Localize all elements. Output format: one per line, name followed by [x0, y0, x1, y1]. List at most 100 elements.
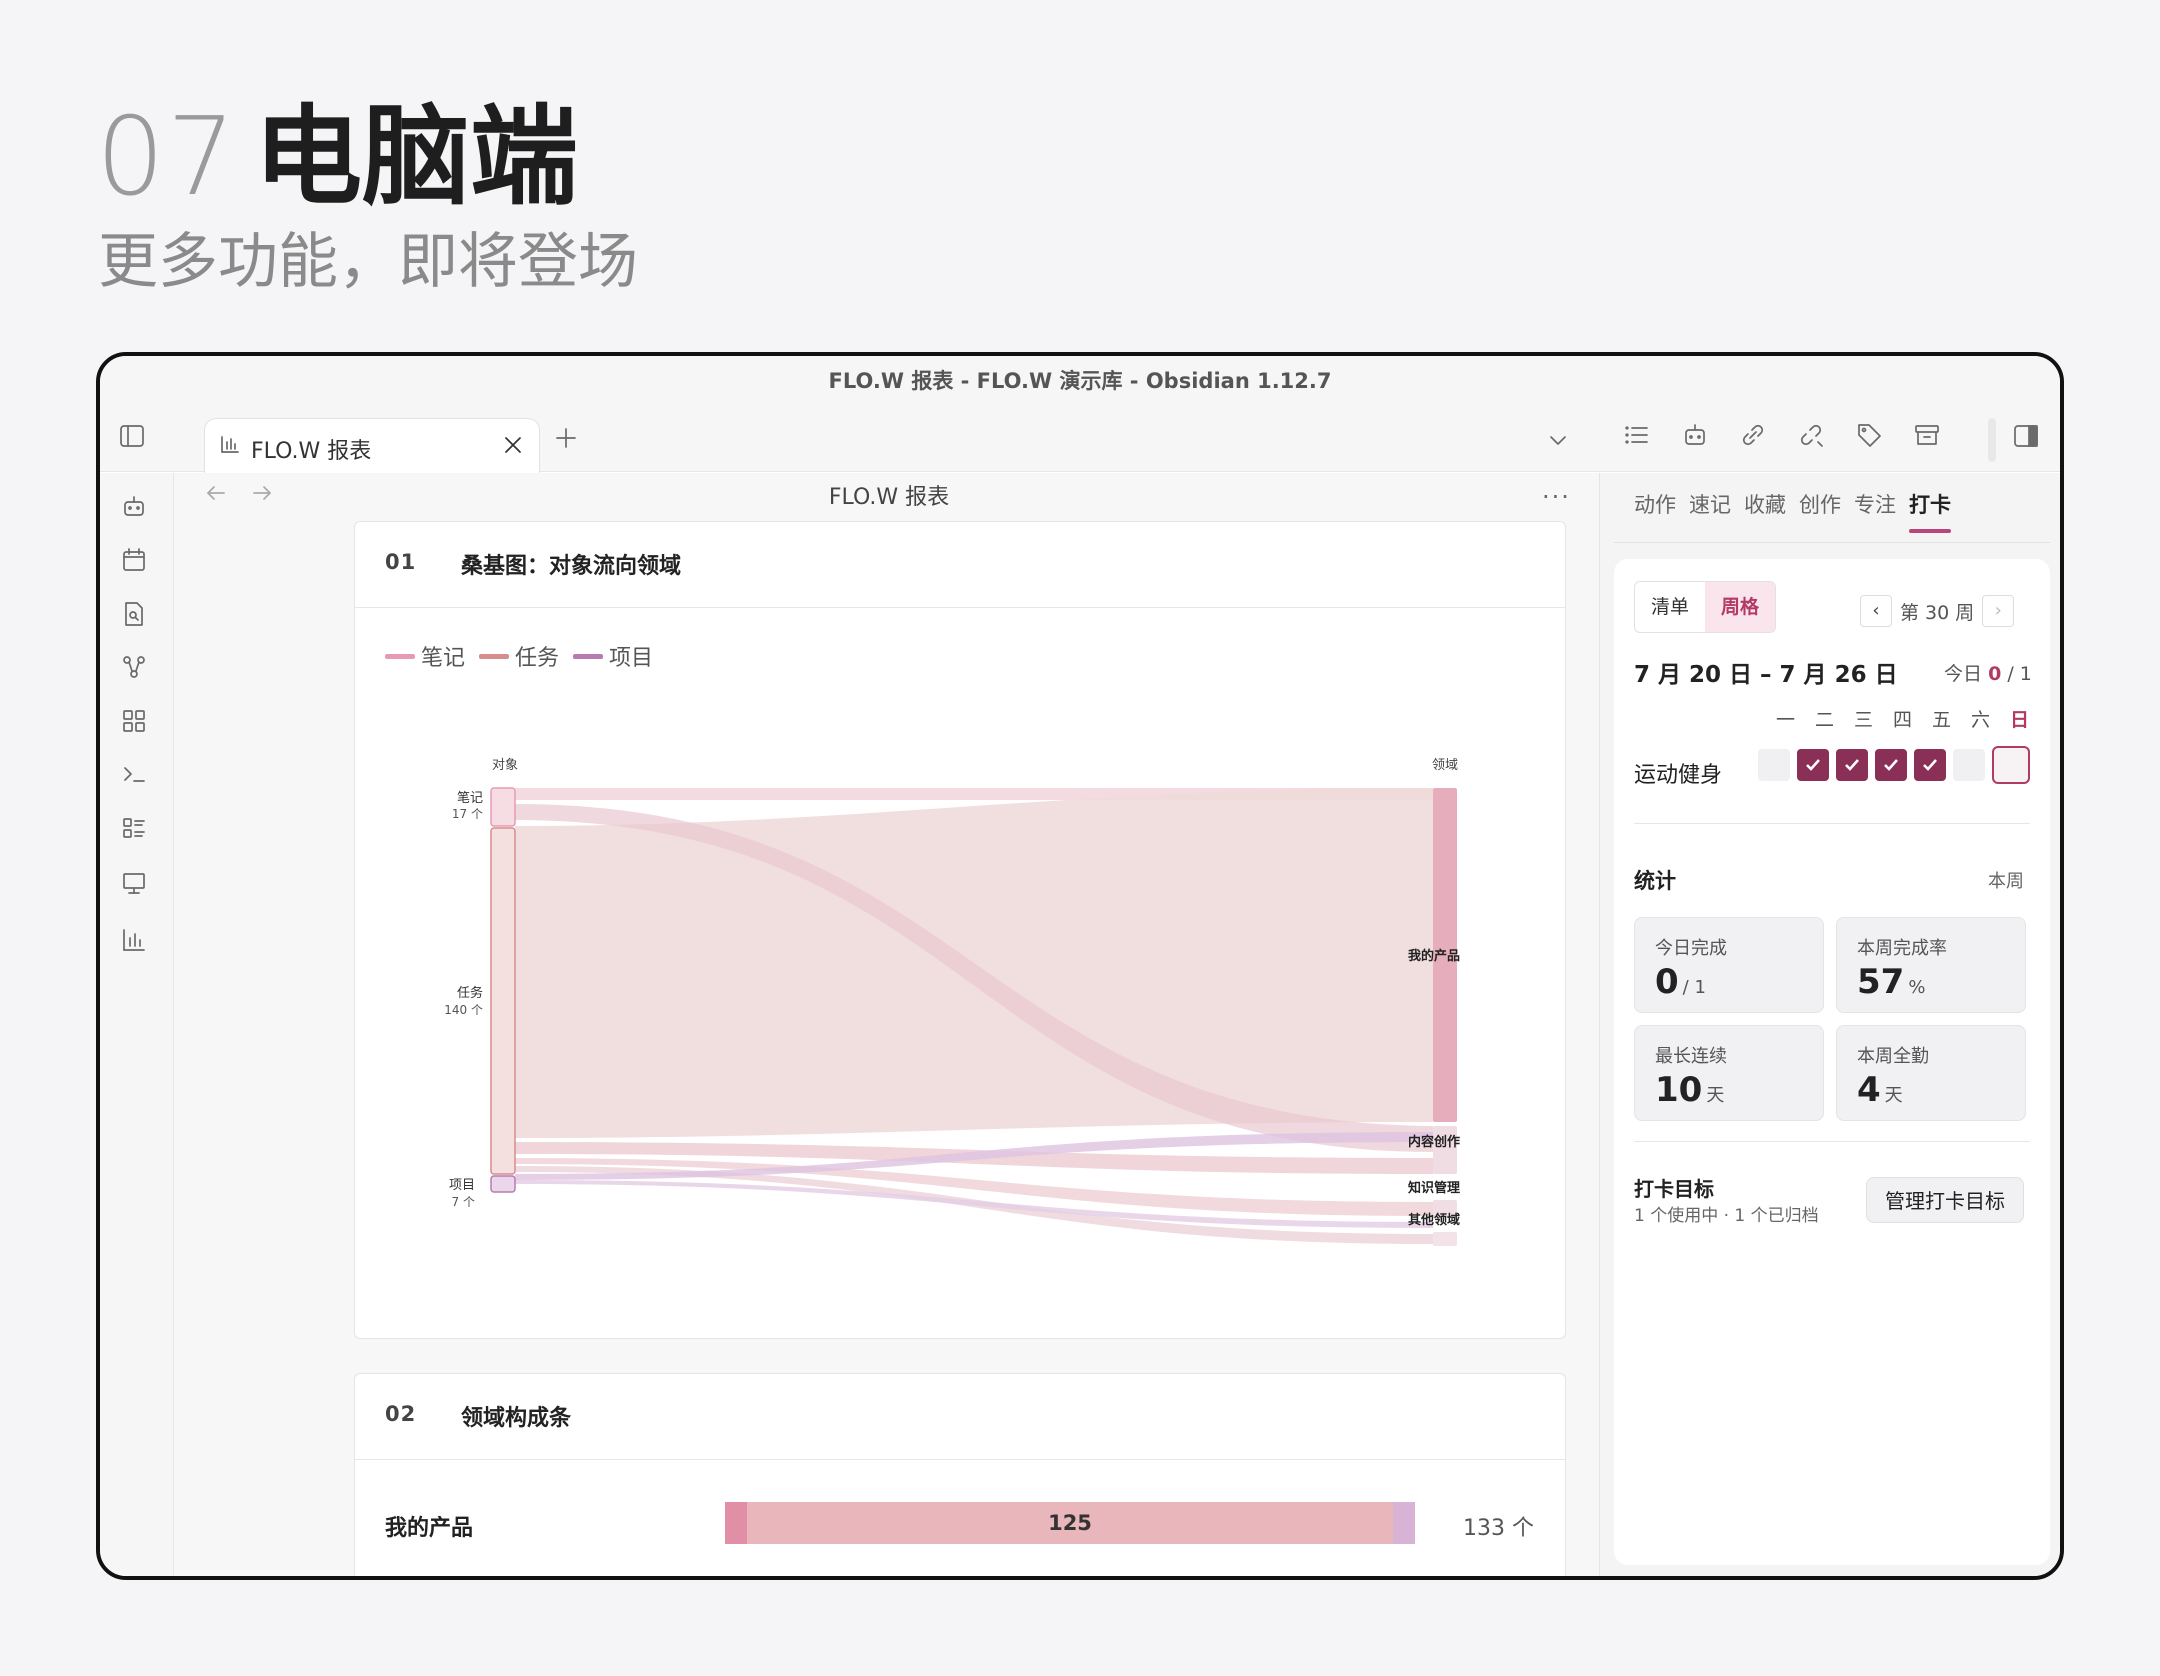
tab-actions[interactable]: 动作 [1634, 489, 1676, 519]
link-icon[interactable] [1738, 420, 1768, 450]
left-sidebar-toggle-icon[interactable] [118, 422, 146, 450]
habit-day-cell[interactable] [1836, 749, 1868, 781]
stat-value: 4天 [1857, 1070, 1903, 1110]
robot-icon[interactable] [120, 493, 148, 521]
sankey-left-label: 任务 [457, 985, 483, 1001]
stat-label: 本周完成率 [1857, 938, 1947, 959]
domain-bar[interactable]: 125 [725, 1502, 1415, 1544]
tab-flow-report[interactable]: FLO.W 报表 [204, 418, 540, 474]
tab-checkin[interactable]: 打卡 [1909, 489, 1951, 533]
checkin-card: 清单 周格 ‹ 第 30 周 › 7 月 20 日 – 7 月 26 日 今日 … [1614, 559, 2050, 1565]
divider [1614, 542, 2050, 543]
habit-day-cell[interactable] [1992, 746, 2030, 784]
view-list-button[interactable]: 清单 [1635, 582, 1705, 632]
weekday: 六 [1970, 709, 1990, 731]
right-sidebar-toggle-icon[interactable] [2012, 422, 2040, 450]
stats-range: 本周 [1988, 871, 2024, 892]
sankey-card: 01 桑基图：对象流向领域 笔记 任务 项目 对象 领域 笔记 17 个 任务 … [354, 521, 1566, 1339]
divider [1634, 823, 2030, 824]
chart-icon [219, 433, 241, 455]
habit-day-cell[interactable] [1953, 749, 1985, 781]
sankey-node-tasks[interactable] [490, 827, 516, 1175]
domain-bar-segment[interactable] [725, 1502, 747, 1544]
sankey-right-header: 领域 [1432, 758, 1458, 773]
calendar-icon[interactable] [120, 546, 148, 574]
stat-value: 0/ 1 [1655, 962, 1706, 1002]
sankey-node-other[interactable] [1433, 1232, 1457, 1246]
file-search-icon[interactable] [120, 600, 148, 628]
today-progress: 今日 0 / 1 [1944, 659, 2032, 686]
tab-create[interactable]: 创作 [1799, 489, 1841, 519]
check-icon [1806, 759, 1820, 771]
habit-day-cell[interactable] [1758, 749, 1790, 781]
sankey-diagram: 对象 领域 笔记 17 个 任务 140 个 项目 7 个 我的产品 内容创作 … [444, 758, 1460, 1246]
next-week-button[interactable]: › [1982, 595, 2015, 627]
tab-favorites[interactable]: 收藏 [1744, 489, 1786, 519]
graph-icon[interactable] [120, 653, 148, 681]
sankey-node-content[interactable] [1433, 1126, 1457, 1174]
check-icon [1845, 759, 1859, 771]
prev-week-button[interactable]: ‹ [1860, 595, 1892, 627]
habit-day-cell[interactable] [1797, 749, 1829, 781]
unlink-icon[interactable] [1796, 420, 1826, 450]
legend-label: 笔记 [421, 646, 466, 671]
chevron-down-icon[interactable] [1544, 426, 1572, 454]
more-options-icon[interactable]: ··· [1542, 483, 1571, 511]
stat-label: 最长连续 [1655, 1046, 1727, 1067]
list-icon[interactable] [1622, 420, 1652, 450]
tab-quicknote[interactable]: 速记 [1689, 489, 1731, 519]
check-icon [1884, 759, 1898, 771]
document-title: FLO.W 报表 [828, 485, 950, 510]
list-view-icon[interactable] [120, 814, 148, 842]
bar-chart-icon[interactable] [120, 926, 148, 954]
legend-item-projects[interactable]: 项目 [573, 640, 653, 672]
tag-icon[interactable] [1854, 420, 1884, 450]
close-icon[interactable] [501, 433, 525, 457]
stat-label: 今日完成 [1655, 938, 1727, 959]
hero-subtitle: 更多功能，即将登场 [98, 227, 638, 297]
today-label: 今日 [1944, 663, 1983, 685]
view-week-grid-button[interactable]: 周格 [1705, 582, 1775, 632]
stat-longest-streak: 最长连续 10 天 [1634, 1025, 1824, 1121]
sankey-node-projects[interactable] [490, 1175, 516, 1193]
legend-swatch [573, 653, 604, 659]
view-toggle: 清单 周格 [1634, 581, 1776, 633]
stat-week-rate: 本周完成率 57% [1836, 917, 2026, 1013]
card-number: 02 [385, 1402, 417, 1426]
window-title: FLO.W 报表 - FLO.W 演示库 - Obsidian 1.12.7 [100, 356, 2060, 406]
legend-item-tasks[interactable]: 任务 [479, 640, 559, 672]
today-total: / 1 [2007, 663, 2032, 685]
robot-icon[interactable] [1680, 420, 1710, 450]
domain-bar-total: 133 个 [1463, 1516, 1534, 1541]
sankey-left-label: 笔记 [457, 790, 483, 806]
tab-label: FLO.W 报表 [251, 439, 372, 464]
new-tab-icon[interactable] [552, 424, 580, 452]
terminal-icon[interactable] [120, 760, 148, 788]
dashboard-icon[interactable] [120, 707, 148, 735]
hero-title: 电脑端 [254, 95, 579, 220]
manage-goals-button[interactable]: 管理打卡目标 [1866, 1177, 2024, 1223]
week-navigator: ‹ 第 30 周 › [1860, 595, 2015, 627]
domain-bar-label: 我的产品 [385, 1516, 474, 1541]
weekday: 二 [1814, 709, 1834, 731]
tab-focus[interactable]: 专注 [1854, 489, 1896, 519]
habit-day-cell[interactable] [1914, 749, 1946, 781]
archive-icon[interactable] [1912, 420, 1942, 450]
sankey-node-notes[interactable] [490, 787, 516, 827]
week-label: 第 30 周 [1900, 601, 1975, 624]
stat-value: 10 天 [1655, 1070, 1725, 1110]
card-number: 01 [385, 550, 417, 574]
ribbon-divider [1988, 418, 1996, 462]
habit-name: 运动健身 [1634, 763, 1723, 788]
domain-bar-segment[interactable] [1393, 1502, 1415, 1544]
domain-bar-segment-main[interactable]: 125 [747, 1502, 1393, 1544]
legend-label: 任务 [515, 646, 560, 671]
card-title: 桑基图：对象流向领域 [461, 554, 682, 579]
habit-day-cell[interactable] [1875, 749, 1907, 781]
sankey-right-label: 我的产品 [1408, 948, 1460, 964]
domain-bar-row: 我的产品 125 133 个 [385, 1502, 1545, 1546]
legend-item-notes[interactable]: 笔记 [385, 640, 465, 672]
presentation-icon[interactable] [120, 869, 148, 897]
sankey-left-label: 项目 [449, 1178, 475, 1193]
weekday: 五 [1931, 709, 1951, 731]
